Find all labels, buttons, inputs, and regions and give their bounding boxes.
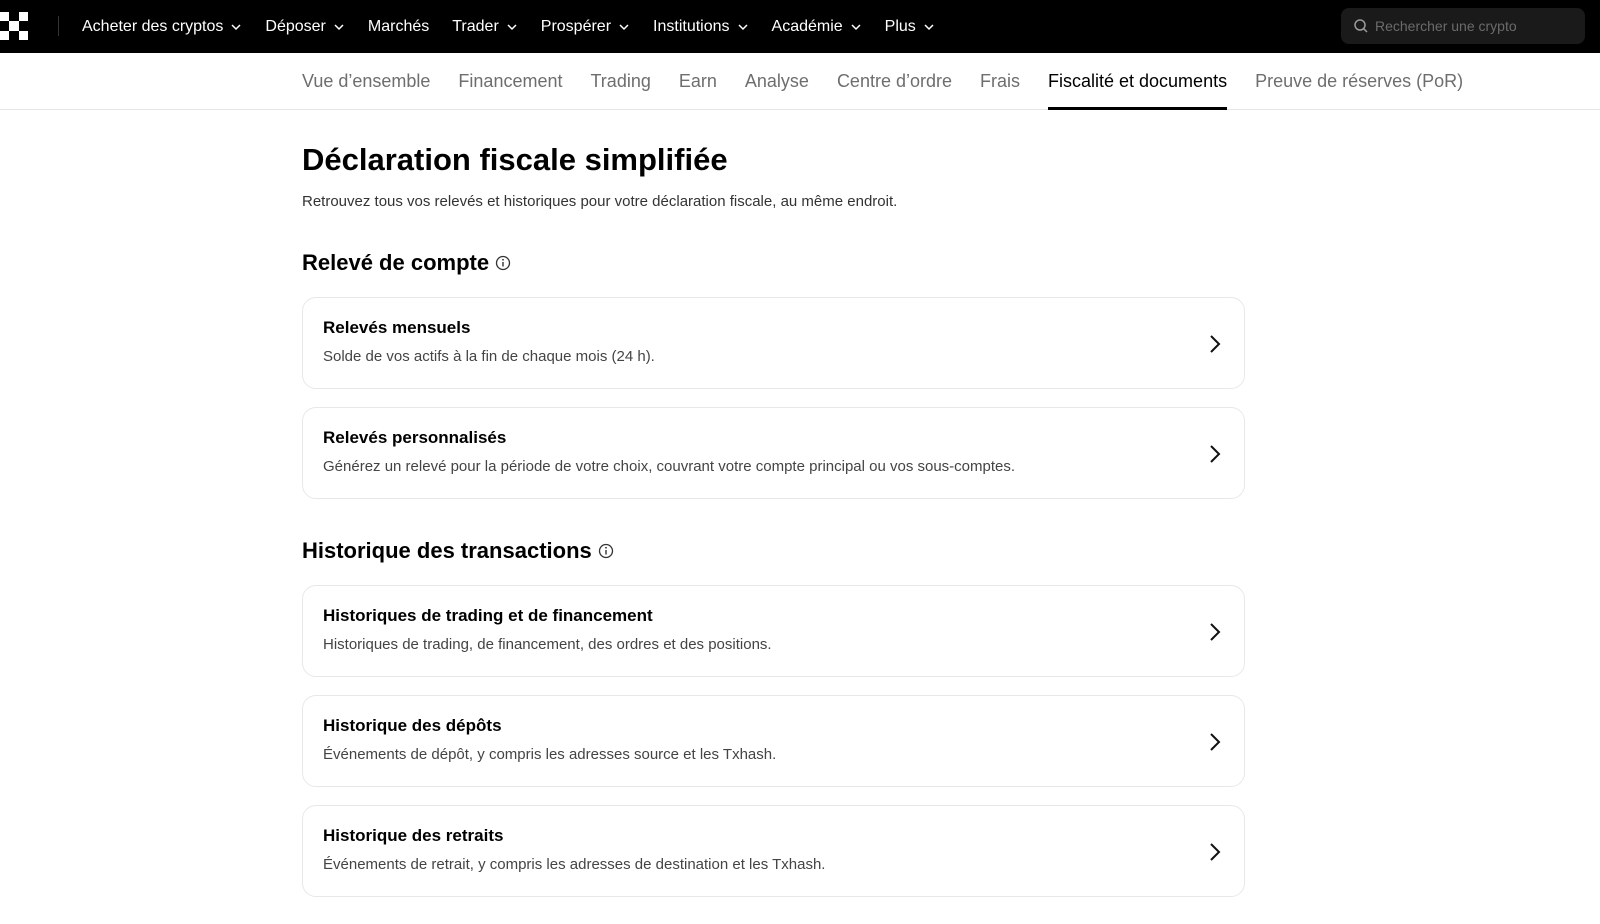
nav-item-label: Prospérer [540, 17, 612, 35]
logo-icon[interactable] [0, 12, 28, 40]
tab-fiscalite-et-documents[interactable]: Fiscalité et documents [1048, 53, 1228, 110]
chevron-down-icon [737, 23, 748, 30]
tab-vue-d-ensemble[interactable]: Vue d’ensemble [302, 53, 430, 110]
nav-item-label: Marchés [367, 17, 430, 35]
section-title-historique-des-transactions: Historique des transactions [302, 538, 614, 564]
info-icon[interactable] [598, 543, 614, 559]
search-icon [1354, 19, 1368, 33]
nav-item-institutions[interactable]: Institutions [653, 18, 748, 36]
section-title-label: Historique des transactions [302, 538, 592, 563]
card-description: Événements de dépôt, y compris les adres… [323, 746, 777, 763]
sub-navigation: Vue d’ensemble Financement Trading Earn … [0, 53, 1600, 110]
page-subtitle: Retrouvez tous vos relevés et historique… [302, 193, 898, 210]
tab-frais[interactable]: Frais [980, 53, 1020, 110]
main-nav: Acheter des cryptos Déposer Marchés Trad… [82, 0, 958, 53]
tab-preuve-de-reserves[interactable]: Preuve de réserves (PoR) [1255, 53, 1463, 110]
chevron-down-icon [231, 23, 241, 30]
nav-item-trader[interactable]: Trader [452, 18, 518, 36]
nav-item-label: Institutions [653, 17, 730, 35]
chevron-right-icon [1210, 335, 1221, 353]
card-title: Relevés personnalisés [323, 428, 507, 447]
chevron-down-icon [619, 23, 629, 30]
nav-item-label: Académie [771, 17, 843, 35]
tab-trading[interactable]: Trading [590, 53, 650, 110]
info-icon[interactable] [495, 255, 511, 271]
card-description: Événements de retrait, y compris les adr… [323, 856, 826, 873]
divider [58, 16, 59, 36]
chevron-right-icon [1210, 623, 1221, 641]
nav-item-prosperer[interactable]: Prospérer [541, 18, 630, 36]
chevron-down-icon [924, 23, 934, 30]
chevron-down-icon [334, 23, 344, 30]
nav-item-label: Trader [452, 17, 499, 35]
top-navigation-bar: Acheter des cryptos Déposer Marchés Trad… [0, 0, 1600, 53]
card-description: Générez un relevé pour la période de vot… [323, 458, 1016, 475]
card-title: Historiques de trading et de financement [323, 606, 653, 625]
card-historiques-trading-financement[interactable]: Historiques de trading et de financement… [302, 585, 1245, 677]
card-historique-des-depots[interactable]: Historique des dépôts Événements de dépô… [302, 695, 1245, 787]
nav-item-label: Acheter des cryptos [82, 17, 224, 35]
nav-item-label: Plus [884, 17, 916, 35]
nav-item-deposer[interactable]: Déposer [265, 18, 344, 36]
nav-item-label: Déposer [265, 17, 326, 35]
chevron-right-icon [1210, 445, 1221, 463]
card-historique-des-retraits[interactable]: Historique des retraits Événements de re… [302, 805, 1245, 897]
section-title-releve-de-compte: Relevé de compte [302, 250, 511, 276]
nav-item-acheter-des-cryptos[interactable]: Acheter des cryptos [82, 18, 242, 36]
search-input[interactable] [1375, 18, 1575, 34]
nav-item-marches[interactable]: Marchés [368, 18, 429, 36]
chevron-right-icon [1210, 843, 1221, 861]
chevron-right-icon [1210, 733, 1221, 751]
search-box[interactable] [1341, 8, 1585, 44]
card-title: Historique des dépôts [323, 716, 502, 735]
chevron-down-icon [851, 23, 861, 30]
page-title: Déclaration fiscale simplifiée [302, 142, 728, 177]
card-releves-mensuels[interactable]: Relevés mensuels Solde de vos actifs à l… [302, 297, 1245, 389]
card-releves-personnalises[interactable]: Relevés personnalisés Générez un relevé … [302, 407, 1245, 499]
tab-centre-d-ordre[interactable]: Centre d’ordre [837, 53, 952, 110]
card-description: Solde de vos actifs à la fin de chaque m… [323, 348, 655, 365]
card-title: Relevés mensuels [323, 318, 471, 337]
section-title-label: Relevé de compte [302, 250, 490, 275]
tab-financement[interactable]: Financement [458, 53, 562, 110]
card-description: Historiques de trading, de financement, … [323, 636, 772, 653]
card-title: Historique des retraits [323, 826, 504, 845]
nav-item-plus[interactable]: Plus [885, 18, 935, 36]
chevron-down-icon [507, 23, 517, 30]
tab-analyse[interactable]: Analyse [745, 53, 809, 110]
nav-item-academie[interactable]: Académie [772, 18, 862, 36]
tab-earn[interactable]: Earn [679, 53, 717, 110]
